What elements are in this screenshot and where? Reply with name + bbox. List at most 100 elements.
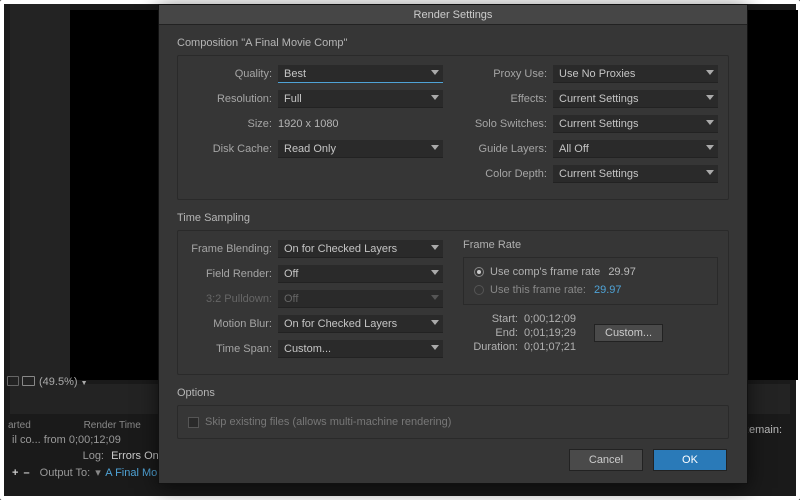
chevron-down-icon (431, 95, 439, 100)
frame-rate-opt1-value: 29.97 (608, 266, 636, 278)
log-label: Log: (12, 450, 104, 462)
chevron-down-icon[interactable]: ▾ (95, 467, 101, 479)
chevron-down-icon (431, 145, 439, 150)
dur-value: 0;01;07;21 (524, 341, 576, 353)
solo-dropdown[interactable]: Current Settings (553, 115, 718, 133)
time-sampling-right: Frame Rate Use comp's frame rate 29.97 U… (463, 239, 718, 364)
composition-label: Composition "A Final Movie Comp" (177, 37, 729, 49)
chevron-down-icon (706, 145, 714, 150)
span-value: Custom... (284, 343, 331, 355)
depth-dropdown[interactable]: Current Settings (553, 165, 718, 183)
chevron-down-icon (706, 120, 714, 125)
chevron-down-icon (431, 345, 439, 350)
blend-dropdown[interactable]: On for Checked Layers (278, 240, 443, 258)
chevron-down-icon (431, 245, 439, 250)
zoom-value: (49.5%) (39, 376, 78, 388)
dur-label: Duration: (463, 341, 518, 353)
time-sampling-left: Frame Blending: On for Checked Layers Fi… (188, 239, 443, 364)
pulldown-label: 3:2 Pulldown: (188, 293, 278, 305)
resolution-dropdown[interactable]: Full (278, 90, 443, 108)
disk-cache-dropdown[interactable]: Read Only (278, 140, 443, 158)
proxy-value: Use No Proxies (559, 68, 635, 80)
quality-dropdown[interactable]: Best (278, 65, 443, 83)
chevron-down-icon (431, 295, 439, 300)
resolution-label: Resolution: (188, 93, 278, 105)
dialog-button-bar: Cancel OK (569, 449, 727, 471)
pulldown-value: Off (284, 293, 298, 305)
skip-existing-label: Skip existing files (allows multi-machin… (205, 416, 451, 428)
time-values: Start: 0;00;12;09 End: 0;01;19;29 Duration… (463, 311, 576, 355)
field-value: Off (284, 268, 298, 280)
options-group: Skip existing files (allows multi-machin… (177, 405, 729, 439)
checkbox-icon (188, 417, 199, 428)
composition-col-right: Proxy Use: Use No Proxies Effects: Curre… (463, 64, 718, 189)
cancel-button[interactable]: Cancel (569, 449, 643, 471)
effects-value: Current Settings (559, 93, 638, 105)
span-label: Time Span: (188, 343, 278, 355)
end-value: 0;01;19;29 (524, 327, 576, 339)
dialog-body: Composition "A Final Movie Comp" Quality… (159, 25, 747, 461)
solo-value: Current Settings (559, 118, 638, 130)
composition-group: Quality: Best Resolution: Full Size: 192… (177, 55, 729, 200)
solo-label: Solo Switches: (463, 118, 553, 130)
render-settings-dialog: Render Settings Composition "A Final Mov… (158, 4, 748, 484)
frame-rate-opt-comp[interactable]: Use comp's frame rate 29.97 (474, 266, 707, 278)
mblur-label: Motion Blur: (188, 318, 278, 330)
zoom-level[interactable]: (49.5%) ▼ (39, 376, 88, 388)
effects-label: Effects: (463, 93, 553, 105)
start-label: Start: (463, 313, 518, 325)
dialog-title: Render Settings (159, 5, 747, 25)
frame-rate-opt2-label: Use this frame rate: (490, 284, 586, 296)
chevron-down-icon: ▼ (81, 380, 88, 387)
chevron-down-icon (706, 95, 714, 100)
span-dropdown[interactable]: Custom... (278, 340, 443, 358)
chevron-down-icon (431, 270, 439, 275)
size-value: 1920 x 1080 (278, 115, 339, 133)
options-label: Options (177, 387, 729, 399)
chevron-down-icon (431, 320, 439, 325)
end-label: End: (463, 327, 518, 339)
depth-value: Current Settings (559, 168, 638, 180)
chevron-down-icon (431, 70, 439, 75)
quality-value: Best (284, 68, 306, 80)
frame-rate-title: Frame Rate (463, 239, 718, 251)
ok-button[interactable]: OK (653, 449, 727, 471)
header-started: arted (8, 420, 31, 431)
output-to-label: Output To: (40, 467, 91, 479)
guide-value: All Off (559, 143, 589, 155)
resolution-value: Full (284, 93, 302, 105)
proxy-label: Proxy Use: (463, 68, 553, 80)
size-label: Size: (188, 118, 278, 130)
blend-value: On for Checked Layers (284, 243, 397, 255)
header-render-time: Render Time (84, 420, 141, 431)
mblur-value: On for Checked Layers (284, 318, 397, 330)
time-sampling-label: Time Sampling (177, 212, 729, 224)
custom-time-button[interactable]: Custom... (594, 324, 663, 342)
folder-icon[interactable] (7, 376, 19, 386)
chevron-down-icon (706, 70, 714, 75)
effects-dropdown[interactable]: Current Settings (553, 90, 718, 108)
disk-cache-value: Read Only (284, 143, 336, 155)
pulldown-dropdown: Off (278, 290, 443, 308)
time-sampling-group: Frame Blending: On for Checked Layers Fi… (177, 230, 729, 375)
composition-col-left: Quality: Best Resolution: Full Size: 192… (188, 64, 443, 189)
frame-rate-opt2-value[interactable]: 29.97 (594, 284, 622, 296)
radio-selected-icon (474, 267, 484, 277)
frame-rate-opt-custom[interactable]: Use this frame rate: 29.97 (474, 284, 707, 296)
field-label: Field Render: (188, 268, 278, 280)
skip-existing-checkbox: Skip existing files (allows multi-machin… (188, 416, 718, 428)
guide-dropdown[interactable]: All Off (553, 140, 718, 158)
field-dropdown[interactable]: Off (278, 265, 443, 283)
quality-label: Quality: (188, 68, 278, 80)
disk-cache-label: Disk Cache: (188, 143, 278, 155)
proxy-dropdown[interactable]: Use No Proxies (553, 65, 718, 83)
left-panel-stub (10, 4, 70, 384)
chevron-down-icon (706, 170, 714, 175)
mblur-dropdown[interactable]: On for Checked Layers (278, 315, 443, 333)
monitor-icon[interactable] (22, 376, 35, 386)
radio-unselected-icon (474, 285, 484, 295)
frame-rate-box: Use comp's frame rate 29.97 Use this fra… (463, 257, 718, 305)
frame-rate-opt1-label: Use comp's frame rate (490, 266, 600, 278)
add-remove-output-icon[interactable]: + – (12, 467, 31, 479)
start-value: 0;00;12;09 (524, 313, 576, 325)
